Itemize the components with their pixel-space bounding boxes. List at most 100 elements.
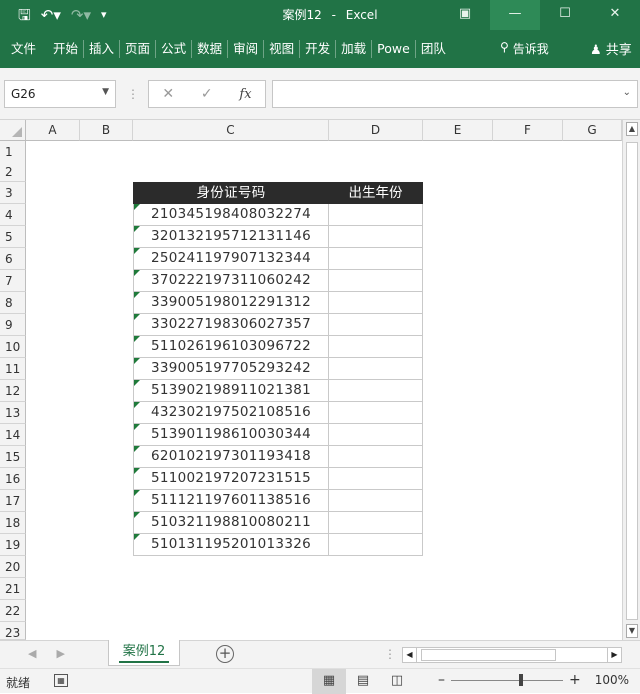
column-header[interactable]: A: [26, 120, 80, 141]
zoom-out-icon[interactable]: –: [438, 673, 445, 687]
horizontal-scrollbar[interactable]: ◀ ▶: [402, 647, 622, 663]
birth-year-cell[interactable]: [329, 248, 423, 270]
birth-year-cell[interactable]: [329, 424, 423, 446]
column-header[interactable]: C: [133, 120, 329, 141]
id-cell[interactable]: 250241197907132344: [133, 248, 329, 270]
id-cell[interactable]: 511121197601138516: [133, 490, 329, 512]
id-cell[interactable]: 320132195712131146: [133, 226, 329, 248]
row-header[interactable]: 3: [0, 182, 26, 204]
chevron-down-icon[interactable]: ▼: [102, 87, 109, 97]
column-header[interactable]: B: [80, 120, 133, 141]
id-cell[interactable]: 339005197705293242: [133, 358, 329, 380]
column-header[interactable]: G: [563, 120, 622, 141]
tell-me-box[interactable]: ⚲ 告诉我: [500, 40, 549, 57]
birth-year-cell[interactable]: [329, 226, 423, 248]
name-box[interactable]: G26 ▼: [4, 80, 116, 108]
id-cell[interactable]: 513902198911021381: [133, 380, 329, 402]
sheet-nav-arrows[interactable]: ◀▶: [28, 647, 85, 660]
page-layout-view-icon[interactable]: ▤: [346, 669, 380, 694]
birth-year-cell[interactable]: [329, 204, 423, 226]
birth-year-cell[interactable]: [329, 512, 423, 534]
zoom-in-icon[interactable]: +: [569, 673, 581, 687]
row-header[interactable]: 2: [0, 161, 26, 182]
row-header[interactable]: 11: [0, 358, 26, 380]
scroll-thumb[interactable]: [421, 649, 556, 661]
tab-data[interactable]: 数据: [191, 40, 227, 58]
row-header[interactable]: 5: [0, 226, 26, 248]
tab-developer[interactable]: 开发: [299, 40, 335, 58]
birth-year-cell[interactable]: [329, 402, 423, 424]
column-header[interactable]: E: [423, 120, 493, 141]
page-break-view-icon[interactable]: ◫: [380, 669, 414, 694]
maximize-button[interactable]: ☐: [540, 0, 590, 30]
id-cell[interactable]: 510131195201013326: [133, 534, 329, 556]
zoom-slider-knob[interactable]: [519, 673, 523, 686]
tab-addins[interactable]: 加载: [335, 40, 371, 58]
formula-input[interactable]: ⌄: [272, 80, 638, 108]
zoom-level[interactable]: 100%: [595, 673, 629, 687]
birth-year-cell[interactable]: [329, 358, 423, 380]
row-header[interactable]: 9: [0, 314, 26, 336]
id-cell[interactable]: 513901198610030344: [133, 424, 329, 446]
row-header[interactable]: 15: [0, 446, 26, 468]
cancel-icon[interactable]: ✕: [162, 86, 174, 102]
row-header[interactable]: 12: [0, 380, 26, 402]
birth-year-cell[interactable]: [329, 336, 423, 358]
scroll-left-icon[interactable]: ◀: [403, 648, 417, 662]
birth-year-cell[interactable]: [329, 446, 423, 468]
tab-formulas[interactable]: 公式: [155, 40, 191, 58]
scroll-thumb[interactable]: [626, 142, 638, 620]
scroll-down-icon[interactable]: ▼: [626, 624, 638, 638]
row-header[interactable]: 14: [0, 424, 26, 446]
row-header[interactable]: 22: [0, 600, 26, 622]
id-cell[interactable]: 370222197311060242: [133, 270, 329, 292]
row-header[interactable]: 23: [0, 622, 26, 640]
row-header[interactable]: 17: [0, 490, 26, 512]
tab-view[interactable]: 视图: [263, 40, 299, 58]
id-cell[interactable]: 432302197502108516: [133, 402, 329, 424]
select-all-button[interactable]: [0, 120, 26, 141]
close-button[interactable]: ✕: [590, 0, 640, 30]
birth-year-cell[interactable]: [329, 534, 423, 556]
splitter-handle-icon[interactable]: ⋮: [384, 647, 396, 661]
row-header[interactable]: 18: [0, 512, 26, 534]
header-id-number[interactable]: 身份证号码: [133, 182, 329, 204]
birth-year-cell[interactable]: [329, 270, 423, 292]
column-header[interactable]: D: [329, 120, 423, 141]
birth-year-cell[interactable]: [329, 314, 423, 336]
row-header[interactable]: 20: [0, 556, 26, 578]
row-header[interactable]: 1: [0, 141, 26, 163]
tab-team[interactable]: 团队: [414, 40, 451, 58]
share-button[interactable]: ♟ 共享: [590, 39, 632, 58]
enter-icon[interactable]: ✓: [201, 86, 213, 102]
row-header[interactable]: 7: [0, 270, 26, 292]
id-cell[interactable]: 620102197301193418: [133, 446, 329, 468]
birth-year-cell[interactable]: [329, 468, 423, 490]
add-sheet-icon[interactable]: +: [216, 645, 234, 663]
id-cell[interactable]: 511026196103096722: [133, 336, 329, 358]
tab-power-pivot[interactable]: Powe: [371, 40, 415, 58]
id-cell[interactable]: 330227198306027357: [133, 314, 329, 336]
insert-function-icon[interactable]: fx: [239, 87, 251, 102]
birth-year-cell[interactable]: [329, 380, 423, 402]
tab-home[interactable]: 开始: [48, 40, 83, 58]
tab-page-layout[interactable]: 页面: [119, 40, 155, 58]
row-header[interactable]: 16: [0, 468, 26, 490]
row-header[interactable]: 10: [0, 336, 26, 358]
vertical-scrollbar[interactable]: ▲ ▼: [622, 120, 640, 640]
expand-formula-bar-icon[interactable]: ⌄: [623, 87, 631, 98]
row-header[interactable]: 6: [0, 248, 26, 270]
zoom-slider[interactable]: [451, 673, 563, 686]
birth-year-cell[interactable]: [329, 292, 423, 314]
id-cell[interactable]: 210345198408032274: [133, 204, 329, 226]
row-header[interactable]: 21: [0, 578, 26, 600]
scroll-up-icon[interactable]: ▲: [626, 122, 638, 136]
id-cell[interactable]: 339005198012291312: [133, 292, 329, 314]
birth-year-cell[interactable]: [329, 490, 423, 512]
row-header[interactable]: 4: [0, 204, 26, 226]
tab-review[interactable]: 审阅: [227, 40, 263, 58]
tab-file[interactable]: 文件: [6, 40, 48, 58]
id-cell[interactable]: 511002197207231515: [133, 468, 329, 490]
tab-insert[interactable]: 插入: [83, 40, 119, 58]
column-header[interactable]: F: [493, 120, 563, 141]
